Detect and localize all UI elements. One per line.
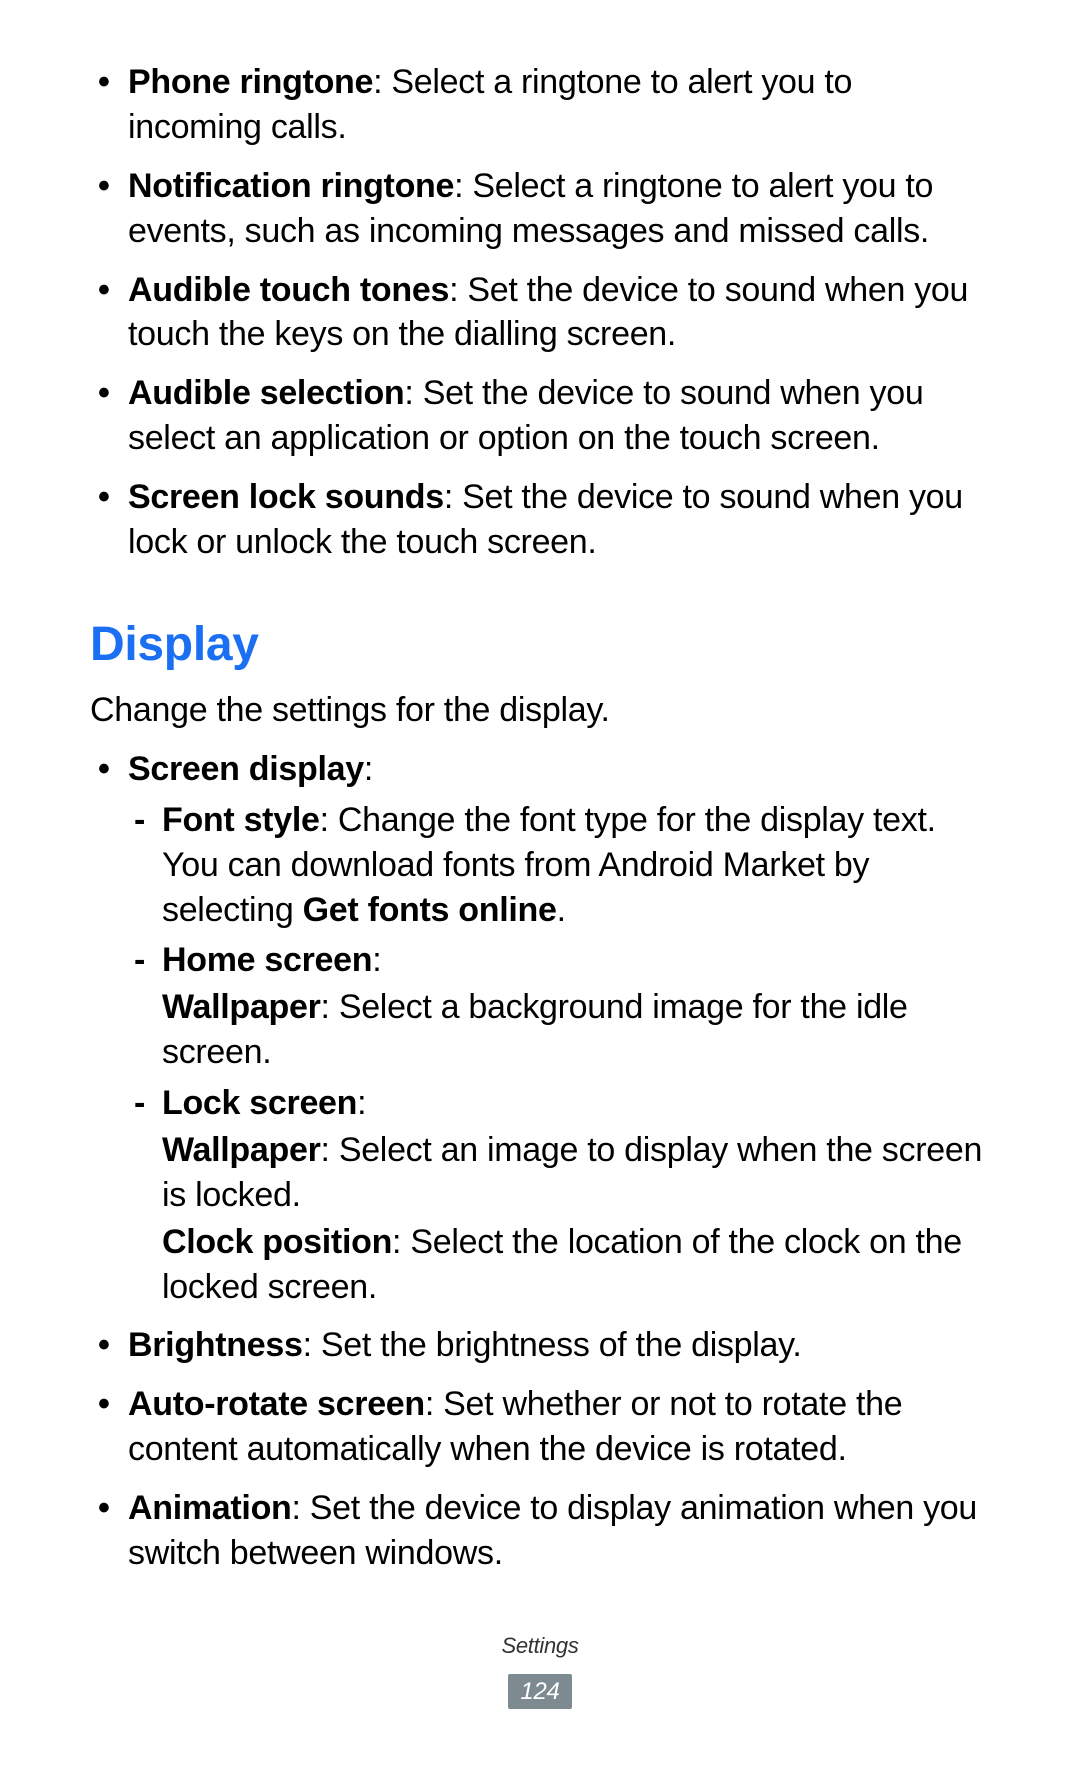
term: Audible touch tones [128, 271, 449, 309]
page-number-badge: 124 [508, 1674, 571, 1709]
display-intro: Change the settings for the display. [90, 688, 990, 733]
term: Animation [128, 1489, 292, 1527]
auto-rotate-item: Auto-rotate screen: Set whether or not t… [90, 1382, 990, 1472]
term: Auto-rotate screen [128, 1385, 425, 1423]
term: Screen display [128, 750, 364, 788]
colon: : [364, 750, 373, 788]
list-item: Phone ringtone: Select a ringtone to ale… [90, 60, 990, 150]
home-wallpaper-line: Wallpaper: Select a background image for… [162, 985, 990, 1075]
bold-tail: Get fonts online [303, 891, 557, 929]
list-item: Screen lock sounds: Set the device to so… [90, 475, 990, 565]
font-style-item: Font style: Change the font type for the… [128, 798, 990, 933]
term: Notification ringtone [128, 167, 454, 205]
clock-term: Clock position [162, 1223, 392, 1261]
footer-section-label: Settings [0, 1631, 1080, 1660]
list-item: Audible touch tones: Set the device to s… [90, 268, 990, 358]
display-heading: Display [90, 613, 990, 676]
term: Phone ringtone [128, 63, 373, 101]
colon: : [357, 1084, 366, 1122]
list-item: Notification ringtone: Select a ringtone… [90, 164, 990, 254]
desc: : Set the brightness of the display. [303, 1326, 802, 1364]
colon: : [372, 941, 381, 979]
screen-display-item: Screen display: Font style: Change the f… [90, 747, 990, 1310]
term: Brightness [128, 1326, 303, 1364]
term: Audible selection [128, 374, 404, 412]
term: Home screen [162, 941, 372, 979]
period: . [557, 891, 566, 929]
sound-settings-list: Phone ringtone: Select a ringtone to ale… [90, 60, 990, 565]
brightness-item: Brightness: Set the brightness of the di… [90, 1323, 990, 1368]
term: Font style [162, 801, 320, 839]
term: Lock screen [162, 1084, 357, 1122]
list-item: Audible selection: Set the device to sou… [90, 371, 990, 461]
clock-position-line: Clock position: Select the location of t… [162, 1220, 990, 1310]
page: Phone ringtone: Select a ringtone to ale… [0, 0, 1080, 1771]
home-screen-item: Home screen: Wallpaper: Select a backgro… [128, 938, 990, 1075]
page-footer: Settings 124 [0, 1631, 1080, 1711]
term: Screen lock sounds [128, 478, 444, 516]
screen-display-sublist: Font style: Change the font type for the… [128, 798, 990, 1310]
lock-screen-item: Lock screen: Wallpaper: Select an image … [128, 1081, 990, 1309]
display-settings-list: Screen display: Font style: Change the f… [90, 747, 990, 1576]
lock-wallpaper-line: Wallpaper: Select an image to display wh… [162, 1128, 990, 1218]
wallpaper-term: Wallpaper [162, 988, 321, 1026]
wallpaper-term: Wallpaper [162, 1131, 321, 1169]
animation-item: Animation: Set the device to display ani… [90, 1486, 990, 1576]
